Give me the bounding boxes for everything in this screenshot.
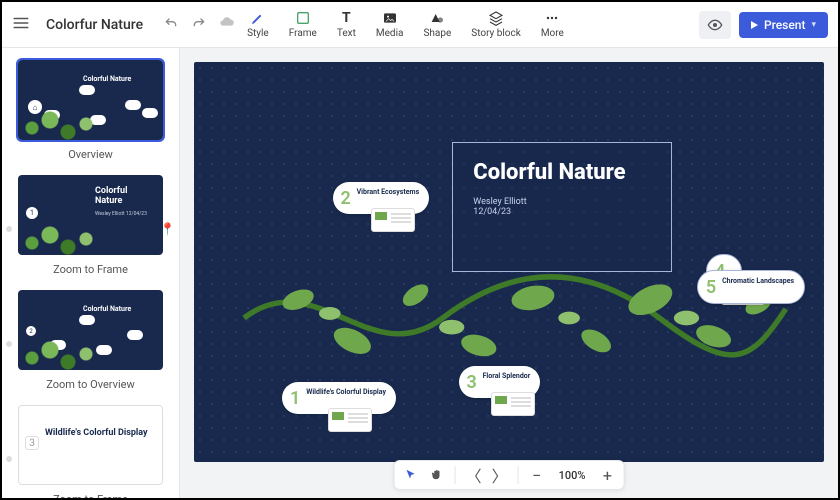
tool-style[interactable]: Style [245,10,271,39]
cloud-sync-icon[interactable] [219,15,237,35]
undo-icon[interactable] [163,15,181,35]
eye-icon [707,17,723,33]
canvas-title: Colorful Nature [473,161,651,185]
tool-shape[interactable]: Shape [421,10,453,39]
hand-tool[interactable] [429,468,445,482]
canvas-author: Wesley Elliott12/04/23 [473,197,651,217]
pointer-tool[interactable] [403,468,419,482]
image-icon [382,10,398,26]
zoom-level[interactable]: 100% [555,469,590,482]
subtopic-card [328,408,372,432]
menu-icon[interactable] [12,14,32,36]
topic-2[interactable]: 2 Vibrant Ecosystems [333,182,430,214]
canvas-nav-bar: 〈 〉 − 100% + [394,460,625,490]
tool-text[interactable]: T Text [335,10,358,39]
canvas-area[interactable]: Colorful Nature Wesley Elliott12/04/23 1… [180,48,838,498]
subtopic-card [371,208,415,232]
toolbar: Style Frame T Text Media Shape Story blo… [245,10,566,39]
zoom-in[interactable]: + [599,466,615,485]
pen-icon [250,10,266,26]
play-icon [751,21,758,29]
thumb-caption: Zoom to Frame [2,257,179,286]
tool-more[interactable]: More [539,10,566,39]
canvas[interactable]: Colorful Nature Wesley Elliott12/04/23 1… [194,62,824,462]
zoom-out[interactable]: − [529,466,545,485]
thumb-frame-1[interactable]: 1 Colorful Nature Wesley Elliott 12/04/2… [18,175,163,255]
text-icon: T [342,10,351,26]
dots-icon [544,10,560,26]
frame-icon [295,10,311,26]
topic-1[interactable]: 1 Wildlife's Colorful Display [282,382,396,414]
tool-frame[interactable]: Frame [287,10,319,39]
thumb-overview-2[interactable]: 2 Colorful Nature [18,290,163,370]
presentation-title[interactable]: Colorfur Nature [40,17,149,33]
preview-button[interactable] [699,11,731,39]
shape-icon [429,10,445,26]
present-button[interactable]: Present ▾ [739,12,828,38]
thumb-caption: Zoom to Overview [2,372,179,401]
tool-media[interactable]: Media [374,10,406,39]
subtopic-card [491,392,535,416]
layers-icon [488,10,504,26]
next-frame[interactable]: 〉 [492,463,508,487]
tool-story-block[interactable]: Story block [469,10,523,39]
thumb-caption: Overview [2,142,179,171]
redo-icon[interactable] [191,15,209,35]
topic-3[interactable]: 3 Floral Splendor [459,366,541,398]
thumb-overview[interactable]: ⌂ Colorful Nature [18,60,163,140]
topic-5[interactable]: 5 Chromatic Landscapes [697,270,805,304]
thumb-frame-3[interactable]: 3 Wildlife's Colorful Display [18,405,163,485]
slides-panel[interactable]: ⌂ Colorful Nature Overview [2,48,180,498]
prev-frame[interactable]: 〈 [466,463,482,487]
title-frame[interactable]: Colorful Nature Wesley Elliott12/04/23 [452,142,672,272]
thumb-caption: Zoom to Frame [2,487,179,498]
chevron-down-icon: ▾ [811,20,816,30]
